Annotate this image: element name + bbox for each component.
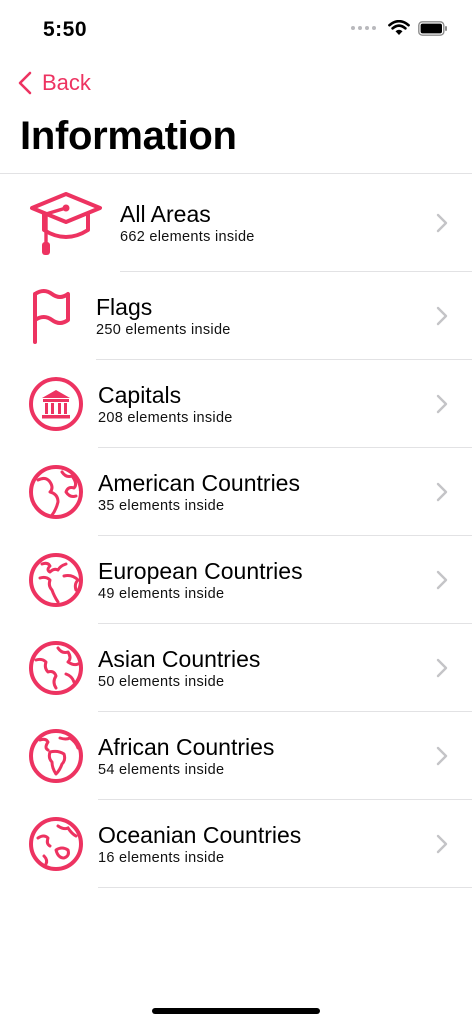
page-title: Information [20, 114, 237, 158]
list-item-subtitle: 54 elements inside [98, 762, 225, 778]
list-item-flags[interactable]: Flags 250 elements inside [0, 272, 472, 360]
globe-oceania-icon [29, 817, 83, 871]
chevron-right-icon [436, 746, 448, 766]
graduation-cap-icon [30, 192, 102, 255]
globe-africa-icon [29, 729, 83, 783]
capital-building-icon [29, 377, 83, 431]
home-indicator[interactable] [152, 1008, 320, 1014]
chevron-right-icon [436, 394, 448, 414]
signal-dots-icon [351, 26, 376, 30]
list-item-title: European Countries [98, 558, 303, 584]
list-item-title: African Countries [98, 734, 275, 760]
status-time: 5:50 [43, 18, 88, 41]
battery-icon [418, 20, 447, 36]
list-item-subtitle: 250 elements inside [96, 322, 231, 338]
status-bar: 5:50 [0, 0, 472, 60]
chevron-right-icon [436, 213, 448, 233]
list-item-title: Oceanian Countries [98, 822, 302, 848]
chevron-right-icon [436, 570, 448, 590]
globe-asia-icon [29, 641, 83, 695]
list-item-subtitle: 35 elements inside [98, 498, 225, 514]
list-item-title: American Countries [98, 470, 300, 496]
chevron-left-icon [18, 71, 32, 95]
list-item-subtitle: 49 elements inside [98, 586, 225, 602]
row-separator [98, 887, 472, 888]
list-item-subtitle: 50 elements inside [98, 674, 225, 690]
chevron-right-icon [436, 306, 448, 326]
list-item-european-countries[interactable]: European Countries 49 elements inside [0, 536, 472, 624]
list-item-title: Flags [96, 294, 153, 320]
list-item-capitals[interactable]: Capitals 208 elements inside [0, 360, 472, 448]
category-list: All Areas 662 elements inside Flags 250 … [0, 173, 472, 888]
list-item-subtitle: 662 elements inside [120, 229, 255, 245]
list-item-subtitle: 16 elements inside [98, 850, 225, 866]
wifi-icon [388, 20, 410, 35]
chevron-right-icon [436, 834, 448, 854]
back-button[interactable]: Back [18, 70, 91, 96]
list-item-african-countries[interactable]: African Countries 54 elements inside [0, 712, 472, 800]
back-button-label: Back [42, 70, 91, 95]
flag-icon [33, 289, 70, 344]
globe-europe-icon [29, 553, 83, 607]
list-item-subtitle: 208 elements inside [98, 410, 233, 426]
list-item-asian-countries[interactable]: Asian Countries 50 elements inside [0, 624, 472, 712]
list-item-title: Capitals [98, 382, 182, 408]
status-icons [351, 20, 448, 36]
list-item-american-countries[interactable]: American Countries 35 elements inside [0, 448, 472, 536]
list-item-title: Asian Countries [98, 646, 261, 672]
chevron-right-icon [436, 482, 448, 502]
list-item-oceanian-countries[interactable]: Oceanian Countries 16 elements inside [0, 800, 472, 888]
globe-americas-icon [29, 465, 83, 519]
list-item-title: All Areas [120, 201, 211, 227]
chevron-right-icon [436, 658, 448, 678]
list-item-all-areas[interactable]: All Areas 662 elements inside [0, 174, 472, 272]
